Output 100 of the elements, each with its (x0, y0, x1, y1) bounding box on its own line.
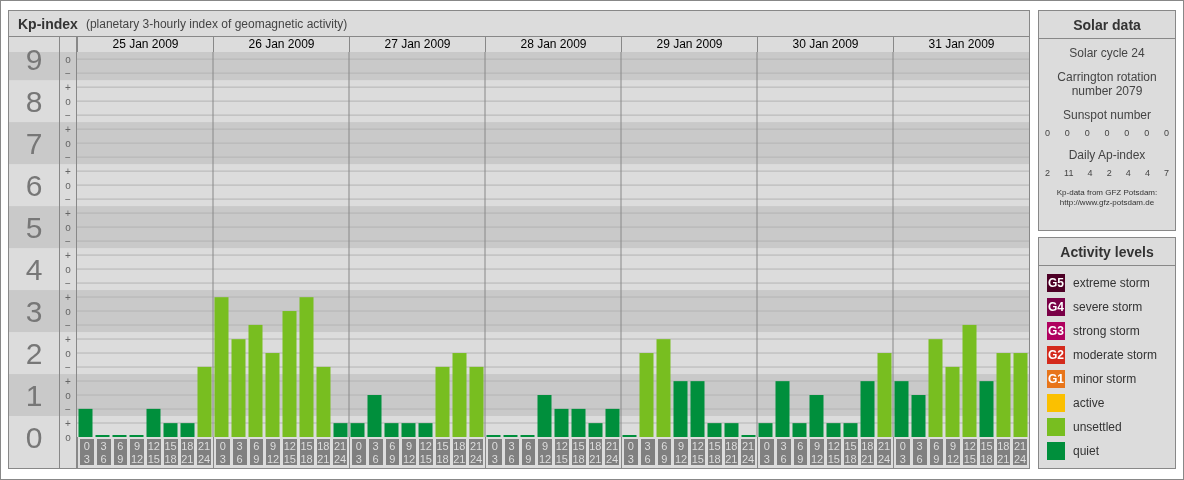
time-range-label: 0 3 (896, 439, 910, 465)
sunspot-value: 0 (1144, 128, 1150, 138)
level-label: active (1073, 396, 1105, 410)
time-range-label: 21 24 (741, 439, 755, 465)
time-range-label: 12 15 (827, 439, 841, 465)
minor-axis-label: − (65, 277, 71, 289)
minor-axis-label: + (65, 207, 71, 219)
axis-label: 8 (25, 85, 43, 119)
time-range-label: 6 9 (657, 439, 672, 465)
axis-label: 5 (25, 211, 43, 245)
axis-label: 6 (25, 169, 43, 203)
time-range-label: 0 3 (488, 439, 502, 465)
date-label: 25 Jan 2009 (111, 37, 180, 52)
axis-label: 2 (25, 337, 43, 371)
time-range-label: 12 15 (963, 439, 977, 465)
level-label: minor storm (1073, 372, 1137, 386)
sunspot-value: 0 (1084, 128, 1090, 138)
time-range-label: 0 3 (216, 439, 230, 465)
time-range-label: 12 15 (283, 439, 297, 465)
minor-axis-label: o (65, 221, 71, 233)
time-range-label: 6 9 (249, 439, 264, 465)
solar-cycle: Solar cycle 24 (1068, 46, 1146, 60)
level-label: unsettled (1073, 420, 1122, 434)
axis-label: 7 (25, 127, 43, 161)
minor-axis-label: + (65, 375, 71, 387)
minor-axis-label: o (65, 179, 71, 191)
time-range-label: 18 21 (860, 439, 875, 465)
sunspot-heading: Sunspot number (1061, 108, 1153, 122)
time-range-label: 21 24 (197, 439, 211, 465)
minor-axis-label: o (65, 347, 71, 359)
minor-axis-label: − (65, 151, 71, 163)
storm-level-badge: G4 (1047, 298, 1065, 316)
axis-label: 3 (25, 295, 43, 329)
minor-axis-label: − (65, 403, 71, 415)
time-range-label: 9 12 (402, 439, 416, 465)
time-range-label: 9 12 (946, 439, 960, 465)
level-label: severe storm (1073, 300, 1143, 314)
time-range-label: 15 18 (843, 439, 858, 465)
time-range-label: 0 3 (80, 439, 94, 465)
minor-axis-label: o (65, 53, 71, 65)
axis-label: 9 (25, 43, 43, 77)
time-range-label: 12 15 (691, 439, 705, 465)
minor-axis-label: o (65, 95, 71, 107)
minor-axis-label: − (65, 109, 71, 121)
time-range-label: 15 18 (571, 439, 586, 465)
minor-axis-label: − (65, 67, 71, 79)
panel-title: Solar data (1039, 11, 1175, 39)
time-range-label: 21 24 (333, 439, 347, 465)
storm-level-badge: G1 (1047, 370, 1065, 388)
time-range-label: 3 6 (912, 439, 927, 465)
carrington-rotation: Carrington rotation number 2079 (1056, 70, 1158, 98)
time-range-label: 0 3 (352, 439, 366, 465)
time-range-label: 3 6 (776, 439, 791, 465)
time-range-label: 3 6 (232, 439, 247, 465)
time-range-label: 18 21 (588, 439, 603, 465)
time-range-label: 9 12 (674, 439, 688, 465)
time-range-label: 21 24 (605, 439, 619, 465)
time-range-label: 15 18 (299, 439, 314, 465)
minor-axis-label: o (65, 263, 71, 275)
ap-index-value: 2 (1045, 168, 1050, 178)
time-range-label: 0 3 (760, 439, 774, 465)
axis-label: 4 (25, 253, 43, 287)
sunspot-value: 0 (1104, 128, 1110, 138)
ap-index-value: 2 (1106, 168, 1112, 178)
time-range-label: 3 6 (96, 439, 111, 465)
sunspot-value: 0 (1064, 128, 1070, 138)
minor-axis-label: + (65, 333, 71, 345)
time-range-label: 15 18 (163, 439, 178, 465)
sunspot-value: 0 (1045, 128, 1050, 138)
minor-axis-label: + (65, 249, 71, 261)
time-range-label: 12 15 (555, 439, 569, 465)
minor-axis-label: o (65, 389, 71, 401)
time-range-label: 6 9 (385, 439, 400, 465)
ap-index-value: 4 (1125, 168, 1131, 178)
minor-axis-label: + (65, 165, 71, 177)
level-label: strong storm (1073, 324, 1140, 338)
source-url: http://www.gfz-potsdam.de (1058, 198, 1156, 208)
time-range-label: 15 18 (979, 439, 994, 465)
minor-axis-label: − (65, 193, 71, 205)
time-range-label: 9 12 (810, 439, 824, 465)
level-label: quiet (1073, 444, 1100, 458)
time-range-label: 15 18 (707, 439, 722, 465)
time-range-label: 21 24 (877, 439, 891, 465)
minor-axis-label: o (65, 431, 71, 443)
sunspot-value: 0 (1124, 128, 1130, 138)
panel-subtitle: (planetary 3-hourly index of geomagnetic activity) (85, 16, 348, 31)
time-range-label: 18 21 (452, 439, 467, 465)
level-label: extreme storm (1073, 276, 1150, 290)
time-range-label: 3 6 (640, 439, 655, 465)
ap-index-value: 4 (1144, 168, 1150, 178)
time-range-label: 21 24 (1013, 439, 1027, 465)
time-range-label: 6 9 (521, 439, 536, 465)
time-range-label: 12 15 (147, 439, 161, 465)
time-range-label: 9 12 (538, 439, 552, 465)
time-range-label: 9 12 (266, 439, 280, 465)
storm-level-badge: G3 (1047, 322, 1065, 340)
data-source: Kp-data from GFZ Potsdam: (1055, 188, 1159, 198)
ap-index-heading: Daily Ap-index (1067, 148, 1147, 162)
time-range-label: 0 3 (624, 439, 638, 465)
minor-axis-label: + (65, 81, 71, 93)
